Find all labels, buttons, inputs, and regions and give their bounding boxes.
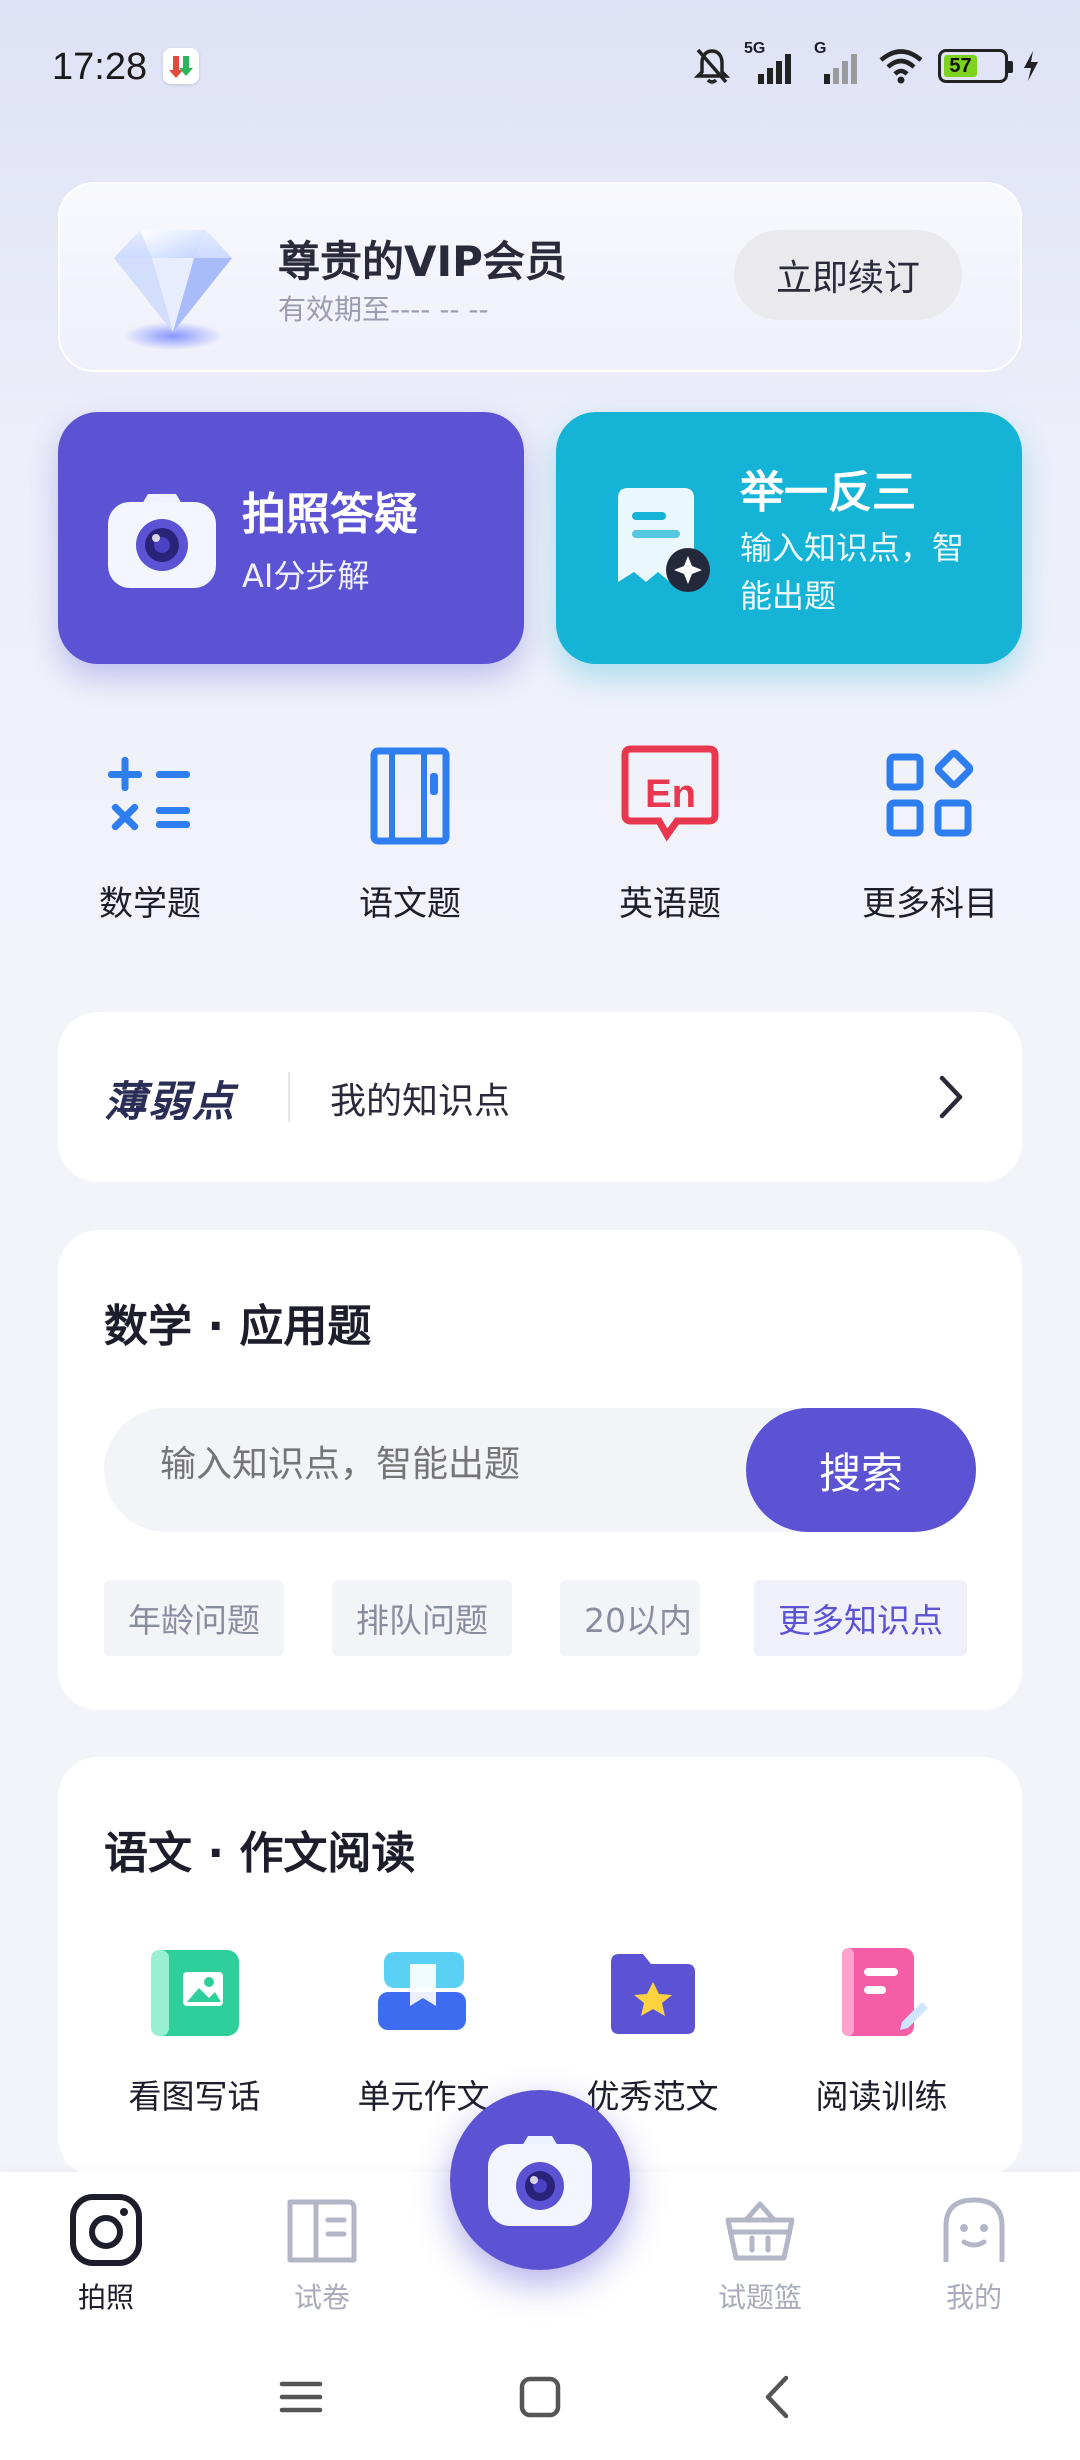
subject-label: 数学题 (99, 884, 201, 924)
camera-icon (488, 2136, 592, 2226)
feature-subtitle: AI分步解 (242, 557, 370, 595)
subject-label: 英语题 (619, 884, 721, 924)
weak-points-logo: 薄弱点 (104, 1077, 237, 1126)
subject-math[interactable]: 数学题 (30, 740, 270, 925)
back-icon[interactable] (754, 2372, 804, 2422)
tab-question-basket[interactable]: 试题篮 (690, 2192, 830, 2316)
chinese-item-picture-writing[interactable]: 看图写话 (80, 1942, 309, 2118)
wifi-icon (879, 49, 923, 84)
photo-lens-icon (70, 2194, 142, 2266)
tag-chip[interactable]: 20以内 (560, 1580, 700, 1656)
charging-icon (1024, 51, 1038, 81)
chinese-item-label: 单元作文 (357, 2077, 490, 2116)
renew-button[interactable]: 立即续订 (734, 230, 962, 320)
tab-label: 试题篮 (717, 2281, 802, 2314)
bell-off-icon (694, 48, 730, 84)
subject-label: 语文题 (359, 884, 461, 924)
math-application-card: 数学 · 应用题 搜索 年龄问题 排队问题 20以内 更多知识点 (58, 1230, 1022, 1710)
search-box: 搜索 (104, 1408, 976, 1532)
signal-icon-2: G (814, 40, 864, 86)
english-en-icon: En (615, 740, 725, 850)
status-time: 17:28 (52, 46, 148, 88)
picture-book-icon (150, 1950, 239, 2036)
profile-face-icon (943, 2197, 1005, 2262)
chinese-item-label: 看图写话 (128, 2077, 261, 2116)
status-indicators: 5G G 57 (694, 40, 1040, 88)
document-sparkle-icon (618, 488, 710, 592)
my-knowledge-points-label: 我的知识点 (330, 1081, 511, 1122)
card-title: 语文 · 作文阅读 (104, 1828, 416, 1879)
signal-icon: 5G (744, 40, 800, 86)
vip-expire-date: 有效期至---- -- -- (278, 293, 489, 326)
vip-card[interactable]: 尊贵的VIP会员 有效期至---- -- -- 立即续订 (58, 182, 1022, 372)
grid-apps-icon (875, 740, 985, 850)
subject-chinese[interactable]: 语文题 (290, 740, 530, 925)
subject-label: 更多科目 (862, 884, 998, 924)
subject-english[interactable]: En 英语题 (550, 740, 790, 925)
tab-label: 我的 (945, 2281, 1002, 2314)
svg-text:En: En (645, 772, 696, 816)
notebook-icon (355, 740, 465, 850)
star-folder-icon (610, 1954, 695, 2034)
subject-more[interactable]: 更多科目 (810, 740, 1050, 925)
feature-subtitle: 输入知识点，智能出题 (740, 529, 965, 615)
tag-chip[interactable]: 年龄问题 (104, 1580, 284, 1656)
tab-label: 试卷 (293, 2281, 350, 2314)
app-notification-icon (163, 48, 199, 84)
photo-answer-card[interactable]: 拍照答疑 AI分步解 (58, 412, 524, 664)
home-icon[interactable] (515, 2372, 565, 2422)
tag-chip[interactable]: 排队问题 (332, 1580, 512, 1656)
tab-photo[interactable]: 拍照 (36, 2192, 176, 2316)
chinese-item-label: 阅读训练 (815, 2077, 948, 2116)
exam-paper-icon (287, 2199, 357, 2263)
battery-icon: 57 (938, 49, 1013, 83)
chinese-item-unit-composition[interactable]: 单元作文 (309, 1942, 538, 2118)
pink-notebook-icon (841, 1948, 928, 2036)
camera-icon (108, 494, 216, 588)
tab-exam-papers[interactable]: 试卷 (252, 2192, 392, 2316)
search-button[interactable]: 搜索 (746, 1408, 976, 1532)
diamond-icon (114, 230, 232, 350)
system-navigation-bar (0, 2332, 1080, 2460)
knowledge-search-input[interactable] (160, 1444, 720, 1485)
subject-grid: 数学题 语文题 En 英语题 更多科目 (30, 740, 1050, 925)
feature-title: 拍照答疑 (242, 489, 418, 540)
card-title: 数学 · 应用题 (104, 1301, 372, 1352)
math-operators-icon (95, 740, 205, 850)
menu-icon[interactable] (276, 2372, 326, 2422)
chinese-item-model-essays[interactable]: 优秀范文 (538, 1942, 767, 2118)
feature-title: 举一反三 (740, 467, 916, 518)
camera-fab-button[interactable] (450, 2090, 630, 2270)
chinese-item-label: 优秀范文 (586, 2077, 719, 2116)
vip-title: 尊贵的VIP会员 (278, 237, 567, 286)
more-knowledge-button[interactable]: 更多知识点 (754, 1580, 967, 1656)
tab-profile[interactable]: 我的 (904, 2192, 1044, 2316)
weak-points-card[interactable]: 薄弱点 我的知识点 (58, 1012, 1022, 1182)
divider (288, 1072, 290, 1122)
chevron-right-icon (939, 1075, 963, 1119)
similar-questions-card[interactable]: 举一反三 输入知识点，智能出题 (556, 412, 1022, 664)
status-bar: 17:28 5G G 57 (0, 0, 1080, 135)
basket-icon (725, 2201, 795, 2261)
knowledge-tags: 年龄问题 排队问题 20以内 更多知识点 (104, 1580, 984, 1656)
chinese-item-reading-training[interactable]: 阅读训练 (767, 1942, 996, 2118)
battery-level: 57 (944, 55, 978, 77)
tab-label: 拍照 (77, 2281, 134, 2314)
bookmark-stack-icon (377, 1952, 466, 2030)
